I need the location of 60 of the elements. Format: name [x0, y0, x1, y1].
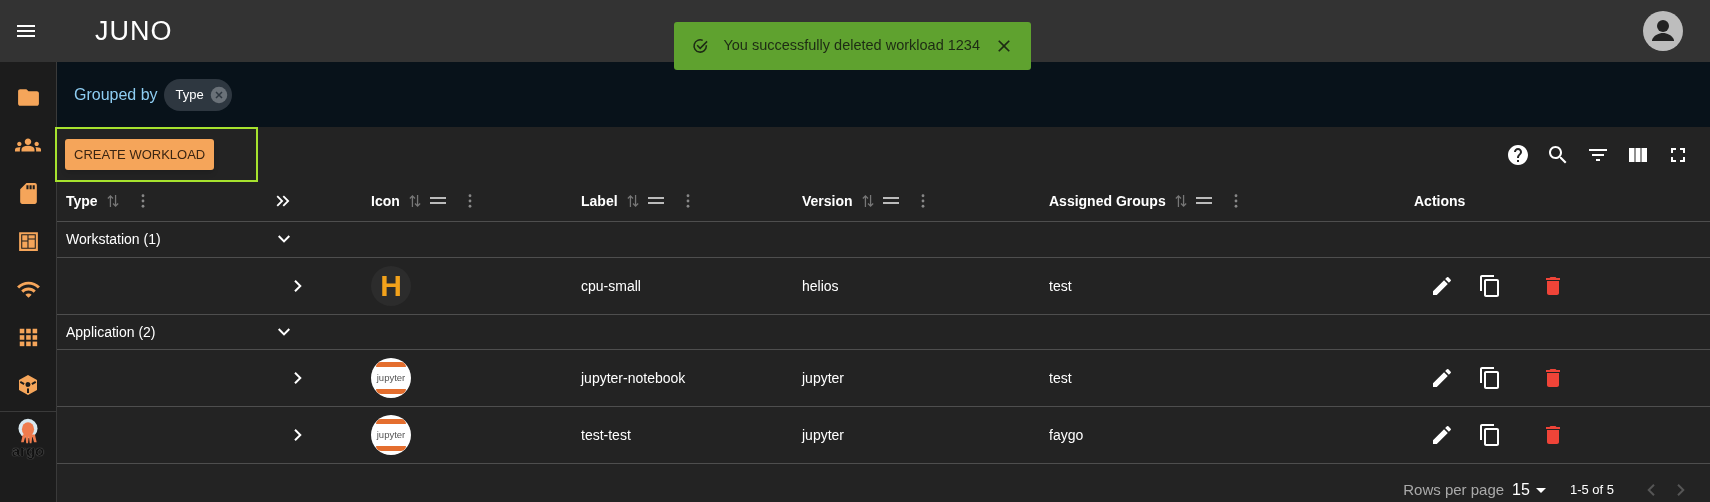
create-workload-button[interactable]: CREATE WORKLOAD [65, 139, 215, 170]
toast-message: You successfully deleted workload 1234 [723, 36, 980, 56]
drag-handle-icon[interactable] [882, 197, 899, 206]
group-label: Application (2) [66, 323, 156, 340]
rows-per-page-label: Rows per page [1403, 479, 1505, 500]
letter-avatar: H [371, 265, 411, 306]
grouped-by-label: Grouped by [74, 84, 158, 105]
column-header[interactable]: Icon [371, 190, 400, 212]
drag-handle-icon[interactable] [647, 197, 664, 206]
chevron-right-icon[interactable] [294, 279, 302, 292]
cube-icon [16, 373, 40, 397]
chevron-left-icon [1647, 484, 1655, 496]
drag-handle-icon[interactable] [1195, 197, 1212, 206]
table-cell: jupyter [802, 427, 845, 444]
sort-icon[interactable] [626, 194, 639, 209]
more-icon[interactable] [920, 194, 925, 209]
chevron-right-icon[interactable] [294, 372, 302, 385]
rows-per-page-select[interactable]: 15 [1512, 478, 1546, 502]
chevron-right-icon[interactable] [294, 429, 302, 442]
table-cell: test-test [581, 427, 631, 444]
drag-handle-icon[interactable] [429, 197, 446, 206]
chevron-down-icon[interactable] [278, 235, 290, 244]
more-icon[interactable] [467, 194, 472, 209]
copy-icon [1478, 423, 1502, 448]
help-icon [1506, 142, 1530, 167]
jupyter-logo: jupyter [371, 415, 411, 456]
sort-icon[interactable] [861, 194, 874, 209]
sort-icon[interactable] [106, 194, 119, 209]
copy-icon [1478, 273, 1502, 298]
sort-icon[interactable] [408, 194, 421, 209]
remove-icon[interactable] [209, 85, 228, 104]
sort-icon[interactable] [1174, 194, 1187, 209]
chevron-down-icon[interactable] [278, 327, 290, 336]
table-cell: jupyter [802, 370, 845, 387]
more-icon[interactable] [140, 194, 145, 209]
table-cell: test [1049, 370, 1072, 387]
group-chip[interactable]: Type [163, 78, 232, 111]
table-cell: jupyter-notebook [581, 370, 686, 387]
chip-label: Type [175, 85, 204, 104]
column-header[interactable]: Label [581, 190, 618, 212]
column-header[interactable]: Assigned Groups [1049, 190, 1166, 212]
caret-icon [1535, 487, 1546, 493]
app-logo[interactable]: JUNO [95, 10, 173, 52]
table-cell: faygo [1049, 427, 1084, 444]
column-header[interactable]: Type [66, 190, 98, 212]
more-icon[interactable] [685, 194, 690, 209]
jupyter-logo: jupyter [371, 358, 411, 399]
chevron-right-icon [1677, 484, 1685, 496]
table-cell: helios [802, 277, 839, 294]
column-header[interactable]: Version [802, 190, 853, 212]
group-label: Workstation (1) [66, 231, 161, 248]
grid-icon [17, 326, 39, 348]
mascot-icon [15, 418, 41, 444]
table-cell: test [1049, 277, 1072, 294]
copy-icon [1478, 366, 1502, 391]
table-cell: cpu-small [581, 277, 641, 294]
more-icon[interactable] [1233, 194, 1238, 209]
avatar-icon[interactable] [1643, 11, 1683, 51]
page-range: 1-5 of 5 [1569, 481, 1614, 500]
column-header[interactable]: Actions [1414, 190, 1466, 212]
